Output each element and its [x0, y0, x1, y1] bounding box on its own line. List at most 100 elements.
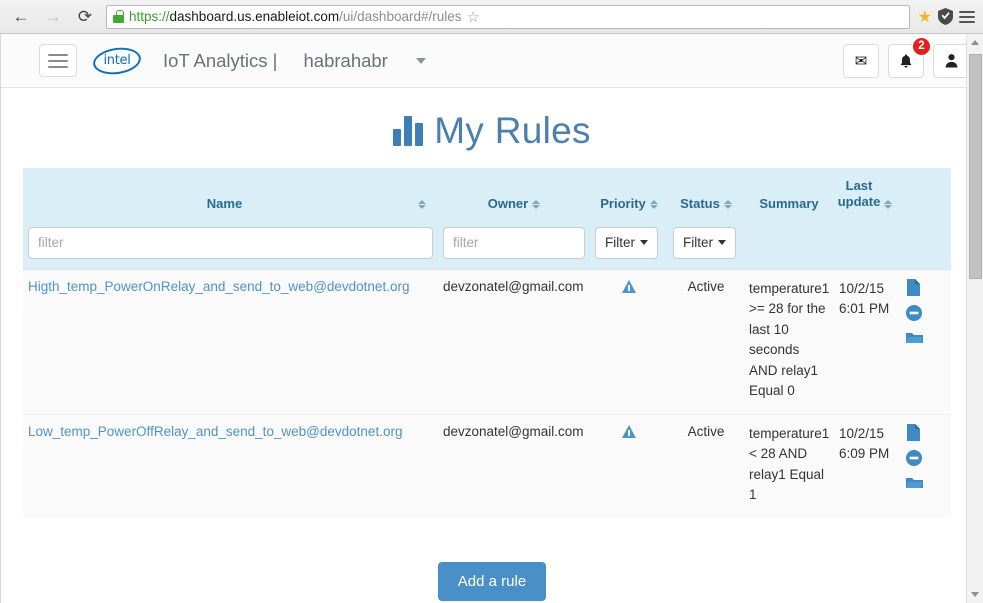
- forward-button[interactable]: →: [40, 4, 66, 30]
- url-path: /ui/dashboard#/rules: [339, 9, 462, 24]
- cell-last-update: 10/2/15 6:01 PM: [834, 268, 896, 415]
- column-label-name: Name: [206, 195, 243, 211]
- owner-filter-input[interactable]: [443, 226, 585, 259]
- folder-icon[interactable]: [906, 476, 946, 493]
- add-rule-container: Add a rule: [1, 518, 983, 601]
- name-filter-input[interactable]: [28, 226, 433, 259]
- browser-menu-icon[interactable]: [959, 8, 975, 26]
- warning-triangle-icon: [621, 279, 637, 293]
- column-header-priority[interactable]: Priority: [590, 168, 668, 221]
- envelope-icon: ✉: [854, 52, 868, 70]
- bookmark-star-icon[interactable]: ☆: [467, 8, 480, 26]
- rules-table: Name Owner Priority Status Summary Last …: [23, 168, 951, 518]
- disable-icon[interactable]: [906, 450, 946, 469]
- lock-icon: [113, 10, 124, 23]
- app-viewport: intel IoT Analytics | habrahabr ✉ 2 My R…: [0, 34, 983, 603]
- intel-logo-text: intel: [103, 53, 131, 68]
- table-filter-row: Filter Filter: [23, 220, 951, 270]
- scrollbar-thumb[interactable]: [969, 54, 982, 279]
- add-rule-button[interactable]: Add a rule: [437, 561, 547, 601]
- url-host: dashboard.us.enableiot.com: [169, 9, 340, 24]
- cell-name: Higth_temp_PowerOnRelay_and_send_to_web@…: [23, 268, 438, 415]
- user-menu-button[interactable]: [933, 43, 969, 78]
- page-title: My Rules: [1, 88, 983, 168]
- chevron-down-icon[interactable]: [415, 57, 426, 64]
- filter-cell-status: Filter: [668, 221, 744, 270]
- table-head: Name Owner Priority Status Summary Last …: [23, 168, 951, 269]
- sort-icon-name[interactable]: [418, 199, 426, 211]
- priority-filter-button[interactable]: Filter: [595, 226, 658, 259]
- priority-filter-label: Filter: [605, 235, 635, 250]
- cell-priority: [590, 413, 668, 518]
- vertical-scrollbar[interactable]: [966, 34, 983, 603]
- column-header-status[interactable]: Status: [668, 168, 744, 221]
- status-filter-label: Filter: [683, 235, 713, 250]
- notifications-button[interactable]: 2: [888, 36, 931, 78]
- notification-badge: 2: [912, 36, 931, 56]
- cell-name: Low_temp_PowerOffRelay_and_send_to_web@d…: [23, 413, 438, 518]
- page-title-text: My Rules: [434, 110, 591, 151]
- column-header-owner[interactable]: Owner: [438, 168, 590, 221]
- document-icon[interactable]: [906, 278, 946, 299]
- sort-icon-last-update[interactable]: [884, 199, 893, 211]
- address-bar[interactable]: https://dashboard.us.enableiot.com/ui/da…: [106, 4, 910, 29]
- bell-icon: [900, 53, 912, 68]
- app-header: intel IoT Analytics | habrahabr ✉ 2: [1, 34, 983, 88]
- status-filter-button[interactable]: Filter: [673, 226, 736, 259]
- back-button[interactable]: ←: [8, 4, 34, 30]
- cell-summary: temperature1 < 28 AND relay1 Equal 1: [744, 413, 834, 518]
- sort-icon-owner[interactable]: [532, 199, 541, 211]
- cell-owner: devzonatel@gmail.com: [438, 268, 590, 415]
- caret-down-icon: [718, 240, 726, 245]
- browser-toolbar: ← → ⟳ https://dashboard.us.enableiot.com…: [0, 0, 983, 34]
- messages-button[interactable]: ✉: [843, 43, 879, 78]
- warning-triangle-icon: [621, 424, 637, 438]
- column-label-last-update: Last update: [837, 178, 881, 210]
- cell-actions: [896, 413, 951, 518]
- tenant-name[interactable]: habrahabr: [304, 50, 388, 72]
- page-content: My Rules Name Owner Priority Status Summ…: [1, 88, 983, 603]
- filter-cell-priority: Filter: [590, 221, 668, 270]
- filter-cell-last-update: [834, 221, 896, 270]
- document-icon[interactable]: [906, 423, 946, 444]
- filter-cell-summary: [744, 221, 834, 270]
- rules-table-container: Name Owner Priority Status Summary Last …: [23, 168, 951, 518]
- scroll-up-button[interactable]: [967, 34, 983, 51]
- filter-cell-owner: [438, 221, 590, 270]
- column-label-status: Status: [680, 195, 720, 211]
- table-body: Higth_temp_PowerOnRelay_and_send_to_web@…: [23, 268, 951, 518]
- cell-status: Active: [668, 268, 744, 415]
- user-icon: [945, 54, 957, 68]
- table-row: Low_temp_PowerOffRelay_and_send_to_web@d…: [23, 413, 951, 518]
- sort-icon-priority[interactable]: [649, 199, 658, 211]
- table-header-row: Name Owner Priority Status Summary Last …: [23, 168, 951, 221]
- rule-name-link[interactable]: Higth_temp_PowerOnRelay_and_send_to_web@…: [28, 279, 409, 294]
- brand-title: IoT Analytics |: [163, 49, 278, 71]
- column-header-name[interactable]: Name: [23, 168, 438, 221]
- reload-button[interactable]: ⟳: [72, 4, 98, 30]
- url-scheme: https://: [129, 9, 170, 24]
- cell-status: Active: [668, 413, 744, 518]
- cell-last-update: 10/2/15 6:09 PM: [834, 413, 896, 518]
- column-header-actions: [896, 168, 951, 221]
- url-text: https://dashboard.us.enableiot.com/ui/da…: [129, 9, 462, 24]
- column-header-summary: Summary: [744, 168, 834, 221]
- column-label-summary: Summary: [759, 195, 819, 211]
- table-row: Higth_temp_PowerOnRelay_and_send_to_web@…: [23, 268, 951, 415]
- cell-summary: temperature1 >= 28 for the last 10 secon…: [744, 268, 834, 415]
- column-label-priority: Priority: [600, 195, 646, 211]
- column-header-last-update[interactable]: Last update: [834, 168, 896, 221]
- folder-icon[interactable]: [906, 331, 946, 348]
- pocket-star-icon[interactable]: ★: [918, 7, 932, 27]
- disable-icon[interactable]: [906, 305, 946, 324]
- bar-chart-icon: [393, 116, 424, 146]
- rule-name-link[interactable]: Low_temp_PowerOffRelay_and_send_to_web@d…: [28, 424, 402, 439]
- cell-priority: [590, 268, 668, 415]
- sort-icon-status[interactable]: [723, 199, 732, 211]
- intel-logo: intel: [91, 44, 143, 77]
- caret-down-icon: [640, 240, 648, 245]
- shield-icon[interactable]: [938, 8, 953, 25]
- sidebar-toggle-button[interactable]: [39, 44, 77, 77]
- filter-cell-actions: [896, 221, 951, 270]
- column-label-owner: Owner: [487, 195, 529, 211]
